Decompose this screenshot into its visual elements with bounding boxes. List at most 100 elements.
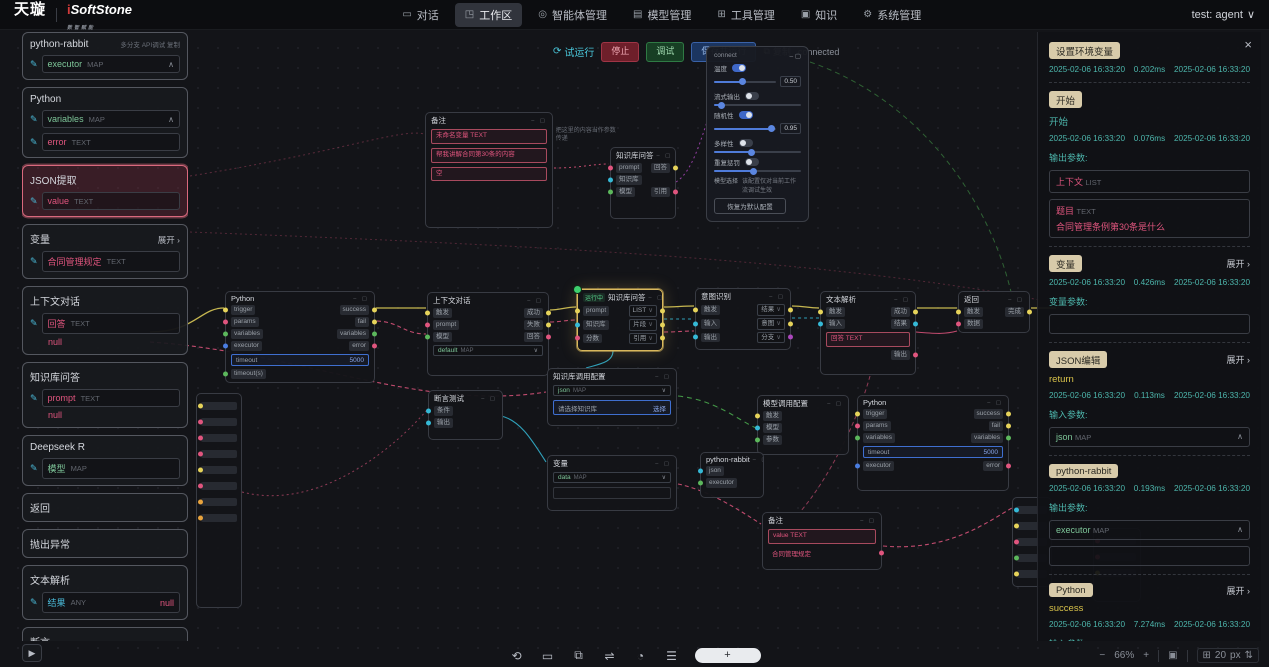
port-dot[interactable] <box>1014 524 1019 529</box>
port-dot[interactable] <box>198 468 203 473</box>
output-port-dot[interactable] <box>913 310 918 315</box>
input-port-dot[interactable] <box>425 311 430 316</box>
nav-item-对话[interactable]: ▭对话 <box>392 3 448 27</box>
copy-icon[interactable]: ⧉ <box>571 648 587 663</box>
edit-icon[interactable]: ✎ <box>30 137 38 148</box>
stepper-icon[interactable]: ⇅ <box>1245 650 1253 661</box>
param-toggle[interactable] <box>732 64 746 72</box>
slider-knob[interactable] <box>750 168 757 175</box>
field-box[interactable]: errorTEXT <box>42 133 180 151</box>
input-port-dot[interactable] <box>956 322 961 327</box>
field-box[interactable]: valueTEXT <box>42 192 180 210</box>
node-input[interactable]: timeout5000 <box>231 354 369 366</box>
run-button[interactable]: ⟳ 试运行 <box>553 44 594 59</box>
output-port-dot[interactable] <box>546 323 551 328</box>
input-port-dot[interactable] <box>425 335 430 340</box>
chevron-up-icon[interactable]: ∧ <box>1237 525 1243 534</box>
node-ctx-1[interactable]: 上下文对话‒ ▢触发成功prompt失败模型回答defaultMAP∨ <box>427 292 549 376</box>
input-port-dot[interactable] <box>855 436 860 441</box>
chevron-up-icon[interactable]: ∧ <box>168 60 174 69</box>
node-note-2[interactable]: 备注‒ ▢value TEXT合同管理规定 <box>762 512 882 570</box>
slider-knob[interactable] <box>748 149 755 156</box>
input-port-dot[interactable] <box>608 166 613 171</box>
node-window-controls[interactable]: ‒ ▢ <box>655 461 671 467</box>
input-port-dot[interactable] <box>818 322 823 327</box>
user-menu[interactable]: test: agent ∨ <box>1192 8 1255 21</box>
console-toggle-button[interactable]: ▶ <box>22 644 42 662</box>
debug-button[interactable]: 调试 <box>646 42 684 62</box>
output-port-dot[interactable] <box>372 344 377 349</box>
edit-icon[interactable]: ✎ <box>30 463 38 474</box>
grid-size-control[interactable]: ⊞ 20 px ⇅ <box>1197 648 1259 663</box>
port-dot[interactable] <box>198 484 203 489</box>
expand-button[interactable]: 展开 › <box>158 234 180 246</box>
input-port-dot[interactable] <box>425 323 430 328</box>
input-port-dot[interactable] <box>818 310 823 315</box>
edit-icon[interactable]: ✎ <box>30 393 38 404</box>
param-box[interactable] <box>1049 546 1250 566</box>
chevron-up-icon[interactable]: ∧ <box>1237 432 1243 441</box>
slider-knob[interactable] <box>739 78 746 85</box>
node-strip-left[interactable] <box>196 393 242 608</box>
node-header[interactable]: 变量‒ ▢ <box>548 456 676 470</box>
port-dot[interactable] <box>198 500 203 505</box>
node-window-controls[interactable]: ‒ ▢ <box>649 295 662 301</box>
sidebar-card-变量[interactable]: 变量展开 ›✎合同管理规定TEXT <box>22 224 188 279</box>
stop-button[interactable]: 停止 <box>601 42 639 62</box>
sidebar-card-上下文对话[interactable]: 上下文对话✎回答TEXTnull <box>22 286 188 355</box>
output-select[interactable]: 引用∨ <box>629 333 657 345</box>
input-port-dot[interactable] <box>608 178 613 183</box>
sidebar-card-返回[interactable]: 返回 <box>22 493 188 522</box>
param-toggle[interactable] <box>745 92 759 100</box>
node-select[interactable]: dataMAP∨ <box>553 472 671 483</box>
zoom-out-button[interactable]: − <box>1099 650 1105 661</box>
input-port-dot[interactable] <box>223 308 228 313</box>
node-kb-top[interactable]: 知识库问答‒ ▢prompt回答知识库模型引用 <box>610 147 676 219</box>
edit-icon[interactable]: ✎ <box>30 59 38 70</box>
sidebar-card-Python[interactable]: Python✎variablesMAP∧✎errorTEXT <box>22 87 188 158</box>
input-port-dot[interactable] <box>855 412 860 417</box>
nav-item-知识[interactable]: ▣知识 <box>791 3 847 27</box>
output-select[interactable]: 意图∨ <box>757 318 785 330</box>
sidebar-card-文本解析[interactable]: 文本解析✎结果ANYnull <box>22 565 188 620</box>
node-header[interactable]: 运行中知识库问答‒ ▢ <box>578 290 662 304</box>
nav-item-工作区[interactable]: ◳工作区 <box>455 3 522 27</box>
output-port-dot[interactable] <box>788 307 793 312</box>
zoom-in-button[interactable]: + <box>1143 650 1149 661</box>
output-port-dot[interactable] <box>788 321 793 326</box>
window-controls[interactable]: ‒ ▢ <box>789 52 801 60</box>
node-kb-selected[interactable]: 运行中知识库问答‒ ▢promptLIST∨知识库片段∨分数引用∨ <box>577 289 663 351</box>
slider-track[interactable] <box>714 104 801 106</box>
input-port-dot[interactable] <box>693 335 698 340</box>
edit-icon[interactable]: ✎ <box>30 196 38 207</box>
node-header[interactable]: 知识库调用配置‒ ▢ <box>548 369 676 383</box>
slider-track[interactable] <box>714 170 801 172</box>
reset-default-button[interactable]: 恢复为默认配置 <box>714 198 786 214</box>
output-port-dot[interactable] <box>1006 464 1011 469</box>
node-header[interactable]: python-rabbit‒ ▢ <box>701 453 763 465</box>
sidebar-card-断言[interactable]: 断言 <box>22 627 188 641</box>
input-port-dot[interactable] <box>755 426 760 431</box>
node-python-1[interactable]: Python‒ ▢triggersuccessparamsfailvariabl… <box>225 291 375 383</box>
node-kb-config[interactable]: 知识库调用配置‒ ▢jsonMAP∨请选择知识库选择 <box>547 368 677 426</box>
input-port-dot[interactable] <box>575 322 580 327</box>
node-assert-node[interactable]: 断言测试‒ ▢条件输出 <box>428 390 503 440</box>
edit-icon[interactable]: ✎ <box>30 597 38 608</box>
port-dot[interactable] <box>1014 556 1019 561</box>
field-box[interactable]: 结果ANYnull <box>42 592 180 613</box>
output-port-dot[interactable] <box>372 332 377 337</box>
node-var-2[interactable]: 变量‒ ▢ dataMAP∨ <box>547 455 677 511</box>
node-header[interactable]: 备注‒ ▢ <box>763 513 881 527</box>
output-port-dot[interactable] <box>546 311 551 316</box>
node-header[interactable]: 模型调用配置‒ ▢ <box>758 396 848 410</box>
node-header[interactable]: Python‒ ▢ <box>226 292 374 304</box>
port-dot[interactable] <box>1014 540 1019 545</box>
flow-icon[interactable]: ⇌ <box>602 649 618 663</box>
slider-track[interactable] <box>714 151 801 153</box>
field-box[interactable]: executorMAP∧ <box>42 55 180 73</box>
port-dot[interactable] <box>198 420 203 425</box>
input-port-dot[interactable] <box>223 332 228 337</box>
node-python-rabbit-node[interactable]: python-rabbit‒ ▢jsonexecutor <box>700 452 764 498</box>
nav-item-智能体管理[interactable]: ◎智能体管理 <box>528 3 617 27</box>
input-port-dot[interactable] <box>575 336 580 341</box>
